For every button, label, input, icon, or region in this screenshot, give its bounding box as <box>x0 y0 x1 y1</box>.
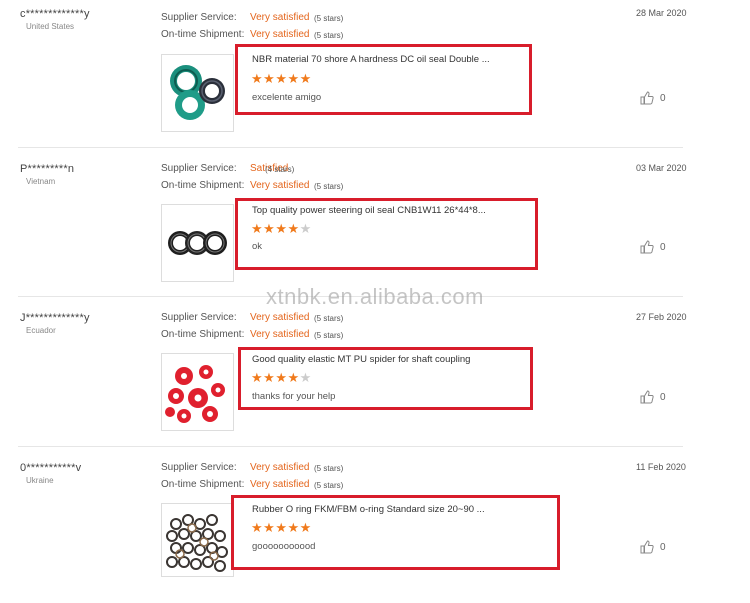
star-filled-icon: ★ <box>275 520 288 535</box>
supplier-service-value: Very satisfied <box>250 462 310 473</box>
product-rating: ★★★★★ <box>251 521 312 534</box>
buyer-country: United States <box>26 22 75 31</box>
star-filled-icon: ★ <box>275 221 288 236</box>
review-comment: excelente amigo <box>252 92 322 103</box>
review-card-4: 0***********v Ukraine Supplier Service: … <box>0 454 700 603</box>
buyer-name: 0***********v <box>20 462 82 474</box>
star-filled-icon: ★ <box>263 370 276 385</box>
review-card-2: P*********n Vietnam Supplier Service: Sa… <box>0 155 700 304</box>
product-title[interactable]: NBR material 70 shore A hardness DC oil … <box>252 54 490 65</box>
star-filled-icon: ★ <box>299 520 312 535</box>
review-date: 03 Mar 2020 <box>636 163 687 173</box>
supplier-service-label: Supplier Service: <box>161 163 237 174</box>
star-filled-icon: ★ <box>275 71 288 86</box>
review-date: 27 Feb 2020 <box>636 312 687 322</box>
star-filled-icon: ★ <box>287 520 300 535</box>
review-divider <box>18 147 683 148</box>
review-comment: thanks for your help <box>252 391 336 402</box>
thumbs-up-icon <box>640 540 654 554</box>
supplier-service-label: Supplier Service: <box>161 312 237 323</box>
review-divider <box>18 446 683 447</box>
like-button[interactable]: 0 <box>640 390 666 404</box>
star-filled-icon: ★ <box>263 221 276 236</box>
star-filled-icon: ★ <box>251 71 264 86</box>
star-filled-icon: ★ <box>263 520 276 535</box>
star-filled-icon: ★ <box>251 370 264 385</box>
review-comment: gooooooooood <box>252 541 316 552</box>
supplier-service-stars: (4 stars) <box>265 165 295 174</box>
on-time-shipment-value: Very satisfied <box>250 29 310 40</box>
on-time-shipment-value: Very satisfied <box>250 329 310 340</box>
on-time-shipment-value: Very satisfied <box>250 180 310 191</box>
star-filled-icon: ★ <box>263 71 276 86</box>
black-oil-seals-image <box>168 231 227 255</box>
on-time-shipment-stars: (5 stars) <box>314 481 344 490</box>
star-empty-icon: ★ <box>299 221 312 236</box>
like-button[interactable]: 0 <box>640 240 666 254</box>
supplier-service-label: Supplier Service: <box>161 12 237 23</box>
review-comment: ok <box>252 241 263 252</box>
review-date: 11 Feb 2020 <box>636 462 686 472</box>
on-time-shipment-label: On-time Shipment: <box>161 479 245 490</box>
product-title[interactable]: Rubber O ring FKM/FBM o-ring Standard si… <box>252 504 485 515</box>
buyer-country: Ecuador <box>26 326 56 335</box>
on-time-shipment-stars: (5 stars) <box>314 331 344 340</box>
supplier-service-stars: (5 stars) <box>314 314 344 323</box>
product-thumbnail[interactable] <box>161 204 234 282</box>
on-time-shipment-stars: (5 stars) <box>314 31 344 40</box>
like-count: 0 <box>660 241 666 253</box>
star-filled-icon: ★ <box>251 221 264 236</box>
buyer-country: Vietnam <box>26 177 56 186</box>
product-title[interactable]: Good quality elastic MT PU spider for sh… <box>252 354 470 365</box>
buyer-name: J*************y <box>20 312 90 324</box>
product-thumbnail[interactable] <box>161 54 234 132</box>
review-card-3: J*************y Ecuador Supplier Service… <box>0 304 700 453</box>
green-oil-seals-image <box>170 65 225 120</box>
star-filled-icon: ★ <box>251 520 264 535</box>
product-rating: ★★★★★ <box>251 72 312 85</box>
supplier-service-value: Very satisfied <box>250 12 310 23</box>
product-rating: ★★★★★ <box>251 222 312 235</box>
star-filled-icon: ★ <box>299 71 312 86</box>
review-date: 28 Mar 2020 <box>636 8 687 18</box>
buyer-country: Ukraine <box>26 476 54 485</box>
supplier-service-value: Very satisfied <box>250 312 310 323</box>
star-empty-icon: ★ <box>299 370 312 385</box>
like-button[interactable]: 0 <box>640 91 666 105</box>
buyer-name: P*********n <box>20 163 75 175</box>
watermark: xtnbk.en.alibaba.com <box>266 284 484 309</box>
like-count: 0 <box>660 92 666 104</box>
on-time-shipment-stars: (5 stars) <box>314 182 344 191</box>
supplier-service-label: Supplier Service: <box>161 462 237 473</box>
supplier-service-stars: (5 stars) <box>314 464 344 473</box>
on-time-shipment-label: On-time Shipment: <box>161 329 245 340</box>
star-filled-icon: ★ <box>275 370 288 385</box>
o-ring-pile-image <box>166 514 228 572</box>
thumbs-up-icon <box>640 91 654 105</box>
product-thumbnail[interactable] <box>161 353 234 431</box>
supplier-service-stars: (5 stars) <box>314 14 344 23</box>
review-card-1: c*************y United States Supplier S… <box>0 0 700 149</box>
on-time-shipment-label: On-time Shipment: <box>161 180 245 191</box>
on-time-shipment-label: On-time Shipment: <box>161 29 245 40</box>
thumbs-up-icon <box>640 240 654 254</box>
thumbs-up-icon <box>640 390 654 404</box>
product-thumbnail[interactable] <box>161 503 234 577</box>
star-filled-icon: ★ <box>287 71 300 86</box>
on-time-shipment-value: Very satisfied <box>250 479 310 490</box>
product-title[interactable]: Top quality power steering oil seal CNB1… <box>252 205 486 216</box>
star-filled-icon: ★ <box>287 370 300 385</box>
product-rating: ★★★★★ <box>251 371 312 384</box>
like-button[interactable]: 0 <box>640 540 666 554</box>
like-count: 0 <box>660 391 666 403</box>
like-count: 0 <box>660 541 666 553</box>
star-filled-icon: ★ <box>287 221 300 236</box>
red-pu-spiders-image <box>165 365 225 423</box>
buyer-name: c*************y <box>20 8 90 20</box>
